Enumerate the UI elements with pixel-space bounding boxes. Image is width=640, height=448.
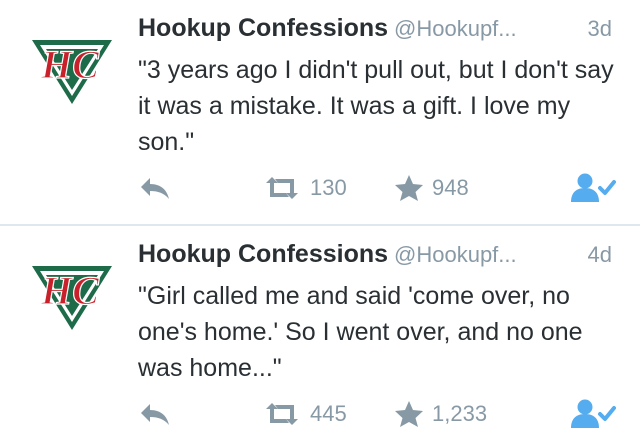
follow-user-icon: [571, 399, 616, 428]
author-name[interactable]: Hookup Confessions: [138, 240, 388, 268]
author-name[interactable]: Hookup Confessions: [138, 14, 388, 42]
tweet-text: "3 years ago I didn't pull out, but I do…: [138, 56, 614, 156]
retweet-icon: [266, 177, 298, 199]
star-icon: [395, 175, 423, 201]
tweet-timestamp[interactable]: 3d: [588, 16, 612, 42]
reply-button[interactable]: [138, 172, 172, 204]
retweet-icon: [266, 403, 298, 425]
tweet-header: Hookup Confessions @Hookupf... 4d: [138, 240, 618, 274]
favorite-button[interactable]: 948: [394, 172, 469, 204]
tweet-actions: 445 1,233: [138, 398, 628, 430]
tweet-card[interactable]: HC Hookup Confessions @Hookupf... 4d "Gir…: [0, 224, 640, 448]
reply-button[interactable]: [138, 398, 172, 430]
tweet-text: "Girl called me and said 'come over, no …: [138, 282, 583, 382]
favorite-count: 1,233: [432, 401, 488, 426]
star-icon: [395, 401, 423, 427]
avatar[interactable]: HC: [24, 18, 120, 114]
retweet-count: 445: [310, 401, 347, 426]
follow-button[interactable]: [570, 398, 616, 430]
tweet-header: Hookup Confessions @Hookupf... 3d: [138, 14, 618, 48]
reply-arrow-icon: [141, 178, 169, 199]
reply-arrow-icon: [141, 404, 169, 425]
follow-button[interactable]: [570, 172, 616, 204]
hc-logo-icon: HC: [32, 266, 112, 330]
tweet-timestamp[interactable]: 4d: [588, 242, 612, 268]
author-handle[interactable]: @Hookupf...: [394, 16, 517, 41]
svg-text:HC: HC: [40, 42, 100, 87]
retweet-count: 130: [310, 175, 347, 200]
tweet-card[interactable]: HC Hookup Confessions @Hookupf... 3d "3 y…: [0, 0, 640, 224]
retweet-button[interactable]: 130: [262, 172, 347, 204]
hc-logo-icon: HC: [32, 40, 112, 104]
follow-user-icon: [571, 173, 616, 202]
favorite-button[interactable]: 1,233: [394, 398, 487, 430]
tweet-actions: 130 948: [138, 172, 628, 204]
author-handle[interactable]: @Hookupf...: [394, 242, 517, 267]
avatar[interactable]: HC: [24, 244, 120, 340]
svg-text:HC: HC: [40, 268, 100, 313]
retweet-button[interactable]: 445: [262, 398, 347, 430]
favorite-count: 948: [432, 175, 469, 200]
